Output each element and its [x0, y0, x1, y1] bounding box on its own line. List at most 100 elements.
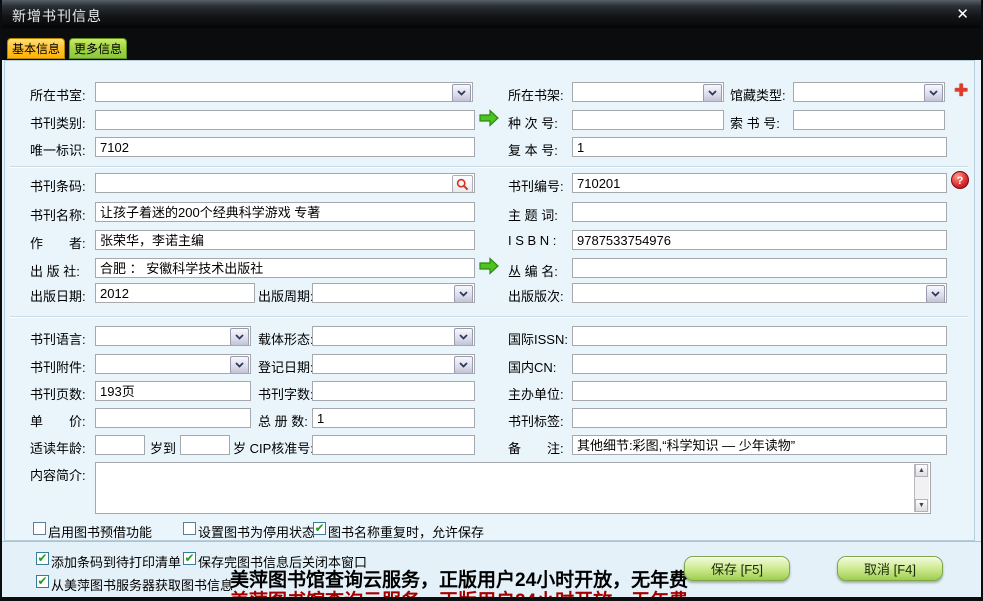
tags-input[interactable] — [572, 408, 947, 428]
edition-select[interactable] — [572, 283, 947, 303]
book-no-label: 书刊编号: — [508, 176, 564, 195]
chevron-down-icon[interactable] — [230, 328, 249, 346]
title-input[interactable]: 让孩子着迷的200个经典科学游戏 专著 — [95, 202, 475, 222]
chevron-down-icon[interactable] — [230, 356, 249, 374]
author-input[interactable]: 张荣华，李诺主编 — [95, 230, 475, 250]
green-arrow-icon[interactable] — [479, 109, 499, 132]
cip-input[interactable] — [312, 435, 475, 455]
serial-no-input[interactable] — [572, 110, 724, 130]
chevron-down-icon[interactable] — [452, 84, 471, 102]
age-from-input[interactable] — [95, 435, 145, 455]
unique-id-input[interactable]: 7102 — [95, 137, 475, 157]
summary-textarea[interactable]: ▲ ▼ — [95, 462, 931, 514]
age-mid-label: 岁到 — [150, 438, 176, 457]
category-label: 书刊类别: — [30, 113, 86, 132]
tab-more-info[interactable]: 更多信息 — [69, 38, 127, 59]
enable-preborrow-label: 启用图书预借功能 — [48, 522, 152, 541]
barcode-input[interactable]: 9787533754976 — [95, 173, 475, 193]
allow-duplicate-checkbox[interactable]: ✔ — [313, 522, 326, 535]
room-select[interactable] — [95, 82, 473, 102]
scrollbar[interactable]: ▲ ▼ — [914, 464, 929, 512]
category-input[interactable] — [95, 110, 475, 130]
footer-bar: ✔ 添加条码到待打印清单 ✔ 保存完图书信息后关闭本窗口 ✔ 从美萍图书服务器获… — [2, 541, 981, 598]
tab-basic-info[interactable]: 基本信息 — [7, 38, 65, 59]
cip-label: 岁 CIP核准号: — [233, 438, 314, 457]
allow-duplicate-label: 图书名称重复时，允许保存 — [328, 522, 484, 541]
attachment-select[interactable] — [95, 354, 251, 374]
age-label: 适读年龄: — [30, 438, 86, 457]
shelf-label: 所在书架: — [508, 85, 564, 104]
cn-label: 国内CN: — [508, 357, 556, 376]
price-label: 单 价: — [30, 411, 86, 430]
attachment-label: 书刊附件: — [30, 357, 86, 376]
set-disabled-checkbox[interactable] — [183, 522, 196, 535]
cancel-button[interactable]: 取消 [F4] — [837, 556, 943, 581]
isbn-input[interactable]: 9787533754976 — [572, 230, 947, 250]
add-book-dialog: 新增书刊信息 ✕ 基本信息 更多信息 所在书室: 所在书架: 01 馆藏类型: … — [0, 0, 983, 601]
search-icon[interactable] — [452, 175, 473, 193]
chevron-down-icon[interactable] — [926, 285, 945, 303]
reg-date-select[interactable]: 2022-09-24 — [312, 354, 475, 374]
window-border-left — [0, 0, 2, 601]
series-input[interactable] — [572, 258, 947, 278]
age-to-input[interactable] — [180, 435, 230, 455]
language-label: 书刊语言: — [30, 329, 86, 348]
issn-label: 国际ISSN: — [508, 329, 568, 348]
scroll-up-icon[interactable]: ▲ — [915, 464, 928, 477]
publisher-input[interactable]: 合肥 ： 安徽科学技术出版社 — [95, 258, 475, 278]
enable-preborrow-checkbox[interactable] — [33, 522, 46, 535]
subject-label: 主 题 词: — [508, 205, 558, 224]
organizer-input[interactable] — [572, 381, 947, 401]
chevron-down-icon[interactable] — [703, 84, 722, 102]
chevron-down-icon[interactable] — [924, 84, 943, 102]
pages-input[interactable]: 193页 — [95, 381, 251, 401]
barcode-label: 书刊条码: — [30, 176, 86, 195]
pub-cycle-select[interactable] — [312, 283, 475, 303]
help-icon[interactable]: ? — [951, 171, 969, 189]
book-no-input[interactable]: 710201 — [572, 173, 947, 193]
close-icon[interactable]: ✕ — [956, 5, 969, 23]
total-copies-input[interactable]: 1 — [312, 408, 475, 428]
shelf-select[interactable]: 01 — [572, 82, 724, 102]
word-count-input[interactable] — [312, 381, 475, 401]
add-to-print-checkbox[interactable]: ✔ — [36, 552, 49, 565]
add-to-print-label: 添加条码到待打印清单 — [51, 552, 181, 571]
collection-type-select[interactable]: kwsw — [793, 82, 945, 102]
summary-label: 内容简介: — [30, 465, 86, 484]
organizer-label: 主办单位: — [508, 384, 564, 403]
subject-input[interactable] — [572, 202, 947, 222]
call-no-label: 索 书 号: — [730, 113, 780, 132]
pages-label: 书刊页数: — [30, 384, 86, 403]
format-select[interactable]: 16开 — [312, 326, 475, 346]
issn-input[interactable] — [572, 326, 947, 346]
title-bar[interactable]: 新增书刊信息 ✕ — [0, 0, 983, 28]
call-no-input[interactable] — [793, 110, 945, 130]
edition-label: 出版版次: — [508, 286, 564, 305]
pub-cycle-label: 出版周期: — [258, 286, 314, 305]
copy-no-input[interactable]: 1 — [572, 137, 947, 157]
language-select[interactable] — [95, 326, 251, 346]
chevron-down-icon[interactable] — [454, 356, 473, 374]
save-button[interactable]: 保存 [F5] — [684, 556, 790, 581]
room-label: 所在书室: — [30, 85, 86, 104]
cn-input[interactable] — [572, 354, 947, 374]
serial-no-label: 种 次 号: — [508, 113, 558, 132]
scroll-down-icon[interactable]: ▼ — [915, 499, 928, 512]
price-input[interactable] — [95, 408, 251, 428]
remark-input[interactable]: 其他细节:彩图,“科学知识 — 少年读物” — [572, 435, 947, 455]
fetch-from-server-checkbox[interactable]: ✔ — [36, 575, 49, 588]
collection-type-label: 馆藏类型: — [730, 85, 786, 104]
green-arrow-icon[interactable] — [479, 257, 499, 280]
copy-no-label: 复 本 号: — [508, 140, 558, 159]
fetch-from-server-label: 从美萍图书服务器获取图书信息 — [51, 575, 233, 594]
pub-date-input[interactable]: 2012 — [95, 283, 255, 303]
series-label: 丛 编 名: — [508, 261, 558, 280]
chevron-down-icon[interactable] — [454, 285, 473, 303]
add-collection-type-icon[interactable]: ✚ — [954, 81, 968, 101]
chevron-down-icon[interactable] — [454, 328, 473, 346]
window-title: 新增书刊信息 — [12, 6, 102, 26]
word-count-label: 书刊字数: — [258, 384, 314, 403]
total-copies-label: 总 册 数: — [258, 411, 308, 430]
unique-id-label: 唯一标识: — [30, 140, 86, 159]
close-after-save-checkbox[interactable]: ✔ — [183, 552, 196, 565]
